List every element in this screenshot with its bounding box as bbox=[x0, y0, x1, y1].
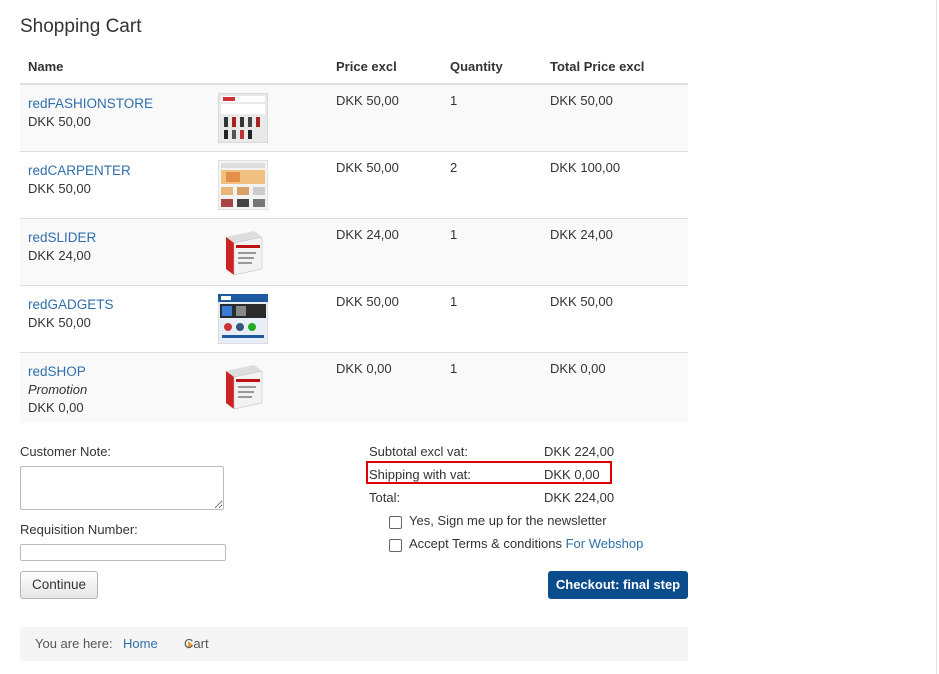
product-cell: redSHOP Promotion DKK 0,00 bbox=[20, 352, 218, 423]
total-value: DKK 224,00 bbox=[544, 490, 615, 505]
cart-table: Name Price excl Quantity Total Price exc… bbox=[20, 50, 688, 423]
subtotal-value: DKK 224,00 bbox=[544, 444, 615, 459]
product-unit-price: DKK 24,00 bbox=[28, 248, 91, 263]
product-cell: redCARPENTER DKK 50,00 bbox=[20, 151, 218, 219]
product-link[interactable]: redSLIDER bbox=[28, 229, 210, 247]
thumb-cell bbox=[218, 218, 328, 286]
breadcrumb: You are here: Home Cart bbox=[20, 627, 688, 661]
terms-label: Accept Terms & conditions For Webshop bbox=[409, 536, 643, 551]
product-unit-price: DKK 50,00 bbox=[28, 114, 91, 129]
product-thumbnail-carpenter[interactable] bbox=[218, 160, 268, 210]
total-label: Total: bbox=[369, 490, 401, 505]
table-row: redSHOP Promotion DKK 0,00 DKK 0,00 1 DK… bbox=[20, 352, 688, 423]
customer-note-textarea[interactable] bbox=[20, 466, 224, 510]
col-name-header: Name bbox=[20, 50, 218, 85]
thumb-cell bbox=[218, 151, 328, 219]
newsletter-label: Yes, Sign me up for the newsletter bbox=[409, 513, 607, 528]
breadcrumb-prefix: You are here: bbox=[35, 636, 113, 651]
product-link[interactable]: redGADGETS bbox=[28, 296, 210, 314]
table-row: redCARPENTER DKK 50,00 DKK 50,00 2 DKK 1… bbox=[20, 151, 688, 219]
newsletter-checkbox[interactable] bbox=[389, 516, 402, 529]
terms-checkbox[interactable] bbox=[389, 539, 402, 552]
terms-link[interactable]: For Webshop bbox=[566, 536, 644, 551]
product-unit-price: DKK 50,00 bbox=[28, 315, 91, 330]
col-total-header: Total Price excl bbox=[542, 50, 688, 85]
customer-note-label: Customer Note: bbox=[20, 444, 112, 459]
table-row: redSLIDER DKK 24,00 DKK 24,00 1 DKK 24,0… bbox=[20, 218, 688, 286]
quantity-cell: 1 bbox=[442, 84, 542, 152]
total-cell: DKK 50,00 bbox=[542, 84, 688, 152]
col-image-header bbox=[218, 50, 328, 85]
product-unit-price: DKK 0,00 bbox=[28, 400, 84, 415]
total-cell: DKK 100,00 bbox=[542, 151, 688, 219]
total-cell: DKK 0,00 bbox=[542, 352, 688, 423]
quantity-cell: 1 bbox=[442, 218, 542, 286]
price-cell: DKK 0,00 bbox=[328, 352, 442, 423]
breadcrumb-current: Cart bbox=[184, 636, 209, 651]
terms-label-text: Accept Terms & conditions bbox=[409, 536, 562, 551]
shipping-label: Shipping with vat: bbox=[369, 467, 471, 482]
continue-button[interactable]: Continue bbox=[20, 571, 98, 599]
product-cell: redFASHIONSTORE DKK 50,00 bbox=[20, 84, 218, 152]
product-thumbnail-box[interactable] bbox=[218, 361, 268, 411]
product-thumbnail-gadgets[interactable] bbox=[218, 294, 268, 344]
breadcrumb-home-link[interactable]: Home bbox=[123, 636, 158, 651]
col-price-header: Price excl bbox=[328, 50, 442, 85]
page-right-border bbox=[936, 0, 937, 674]
quantity-cell: 2 bbox=[442, 151, 542, 219]
product-link[interactable]: redCARPENTER bbox=[28, 162, 210, 180]
table-row: redFASHIONSTORE DKK 50,00 DKK 50,00 1 DK… bbox=[20, 84, 688, 152]
product-cell: redSLIDER DKK 24,00 bbox=[20, 218, 218, 286]
shipping-value: DKK 0,00 bbox=[544, 467, 600, 482]
checkout-final-step-button[interactable]: Checkout: final step bbox=[548, 571, 688, 599]
price-cell: DKK 50,00 bbox=[328, 84, 442, 152]
product-unit-price: DKK 50,00 bbox=[28, 181, 91, 196]
price-cell: DKK 50,00 bbox=[328, 285, 442, 353]
thumb-cell bbox=[218, 352, 328, 423]
product-link[interactable]: redFASHIONSTORE bbox=[28, 95, 210, 113]
thumb-cell bbox=[218, 84, 328, 152]
requisition-number-label: Requisition Number: bbox=[20, 522, 138, 537]
price-cell: DKK 50,00 bbox=[328, 151, 442, 219]
requisition-number-input[interactable] bbox=[20, 544, 226, 561]
total-cell: DKK 24,00 bbox=[542, 218, 688, 286]
thumb-cell bbox=[218, 285, 328, 353]
subtotal-label: Subtotal excl vat: bbox=[369, 444, 468, 459]
price-cell: DKK 24,00 bbox=[328, 218, 442, 286]
cart-table-header: Name Price excl Quantity Total Price exc… bbox=[20, 50, 688, 85]
product-cell: redGADGETS DKK 50,00 bbox=[20, 285, 218, 353]
total-cell: DKK 50,00 bbox=[542, 285, 688, 353]
page-title: Shopping Cart bbox=[20, 16, 142, 37]
table-row: redGADGETS DKK 50,00 DKK 50,00 1 DKK 50,… bbox=[20, 285, 688, 353]
quantity-cell: 1 bbox=[442, 285, 542, 353]
quantity-cell: 1 bbox=[442, 352, 542, 423]
product-thumbnail-box[interactable] bbox=[218, 227, 268, 277]
product-link[interactable]: redSHOP bbox=[28, 363, 210, 381]
promotion-label: Promotion bbox=[28, 382, 88, 397]
col-quantity-header: Quantity bbox=[442, 50, 542, 85]
product-thumbnail-fashion[interactable] bbox=[218, 93, 268, 143]
